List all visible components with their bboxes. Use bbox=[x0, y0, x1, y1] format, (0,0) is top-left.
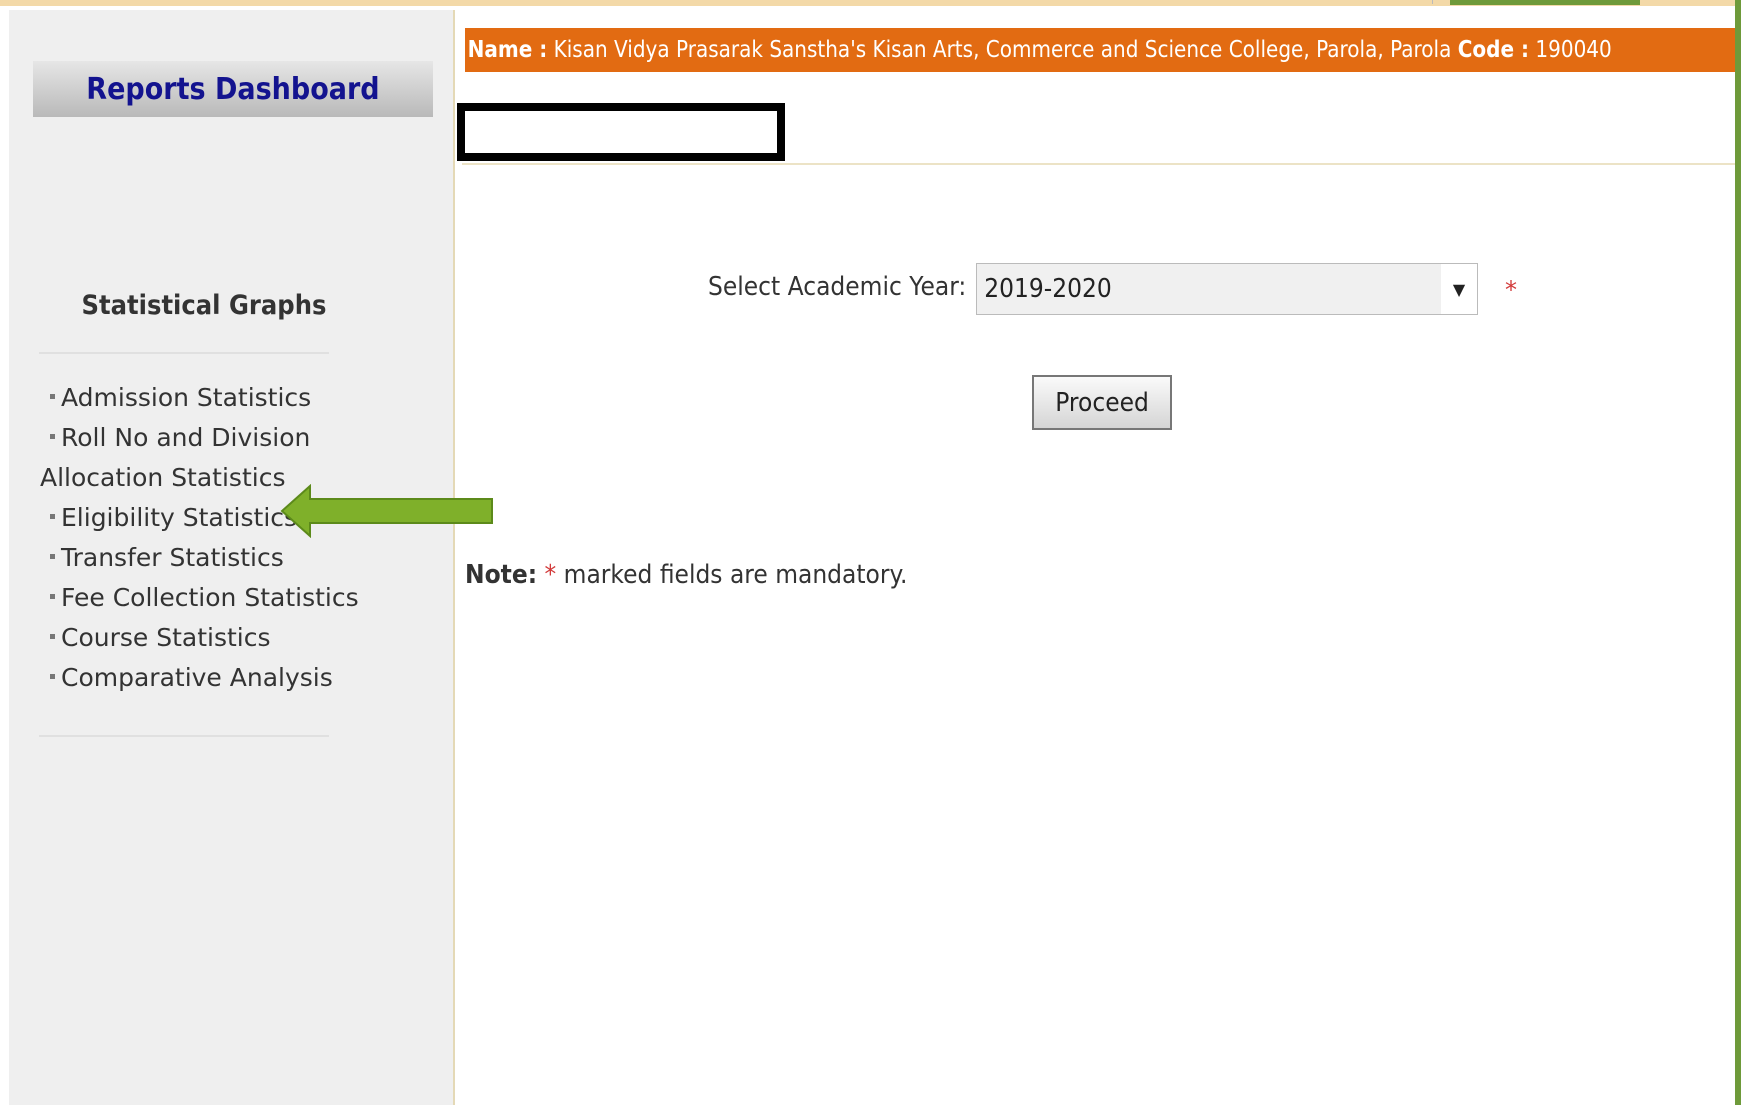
bullet-icon bbox=[50, 634, 55, 639]
bullet-icon bbox=[50, 434, 55, 439]
bullet-icon bbox=[50, 554, 55, 559]
name-label: Name : bbox=[467, 37, 548, 63]
institution-name: Kisan Vidya Prasarak Sanstha's Kisan Art… bbox=[553, 37, 1452, 63]
link-transfer-statistics[interactable]: Transfer Statistics bbox=[45, 538, 445, 578]
academic-year-value: 2019-2020 bbox=[984, 274, 1112, 304]
bullet-icon bbox=[50, 514, 55, 519]
link-course-statistics[interactable]: Course Statistics bbox=[45, 618, 445, 658]
mandatory-note: Note: * marked fields are mandatory. bbox=[465, 560, 957, 590]
note-label: Note: bbox=[465, 560, 538, 590]
sidebar: Reports Dashboard Statistical Graphs Adm… bbox=[9, 10, 455, 1105]
academic-year-select[interactable]: 2019-2020 ▼ bbox=[976, 263, 1478, 315]
right-edge-accent bbox=[1735, 0, 1741, 1105]
required-mark: * bbox=[1505, 276, 1517, 304]
header-divider bbox=[462, 163, 1741, 165]
note-star: * bbox=[544, 560, 557, 590]
proceed-button[interactable]: Proceed bbox=[1032, 375, 1172, 430]
note-text: marked fields are mandatory. bbox=[563, 560, 908, 590]
statistical-graphs-heading: Statistical Graphs bbox=[81, 290, 327, 321]
statistics-links: Admission Statistics Roll No and Divisio… bbox=[40, 378, 445, 698]
section-divider-bottom bbox=[39, 735, 329, 737]
academic-year-label: Select Academic Year: bbox=[708, 272, 967, 302]
code-label: Code : bbox=[1457, 37, 1530, 63]
institution-code: 190040 bbox=[1535, 37, 1612, 63]
chevron-down-icon[interactable]: ▼ bbox=[1441, 264, 1477, 314]
section-divider-top bbox=[39, 352, 329, 354]
bullet-icon bbox=[50, 394, 55, 399]
link-fee-collection-statistics[interactable]: Fee Collection Statistics bbox=[45, 578, 445, 618]
top-right-accent bbox=[1450, 0, 1640, 5]
reports-dashboard-header[interactable]: Reports Dashboard bbox=[33, 61, 433, 117]
arrow-left-icon bbox=[280, 484, 493, 538]
top-right-divider bbox=[1432, 0, 1439, 4]
institution-header-bar: Name : Kisan Vidya Prasarak Sanstha's Ki… bbox=[465, 28, 1741, 72]
bullet-icon bbox=[50, 674, 55, 679]
redacted-box bbox=[457, 103, 785, 161]
link-comparative-analysis[interactable]: Comparative Analysis bbox=[45, 658, 445, 698]
link-admission-statistics[interactable]: Admission Statistics bbox=[45, 378, 445, 418]
bullet-icon bbox=[50, 594, 55, 599]
reports-dashboard-title: Reports Dashboard bbox=[86, 71, 380, 107]
